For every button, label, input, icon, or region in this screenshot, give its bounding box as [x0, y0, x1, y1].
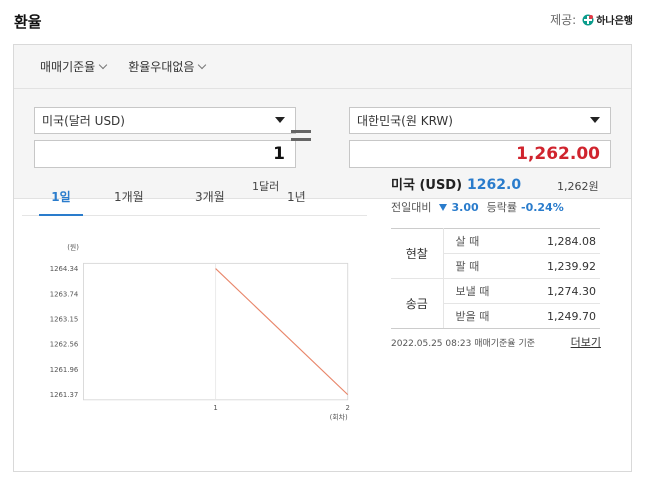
chevron-down-icon — [198, 60, 207, 69]
hana-bank-logo[interactable]: 하나은행 — [582, 12, 633, 27]
rate-basis-label: 매매기준율 — [40, 60, 96, 74]
to-currency-label: 대한민국(원 KRW) — [357, 114, 453, 128]
discount-dropdown[interactable]: 환율우대없음 — [128, 58, 207, 75]
table-row: 송금 보낼 때 1,274.30 — [391, 278, 600, 329]
hana-logo-icon — [582, 14, 594, 25]
discount-label: 환율우대없음 — [128, 60, 195, 74]
down-arrow-icon — [439, 203, 448, 211]
country-label: 미국 (USD) — [391, 178, 463, 193]
to-amount-input[interactable]: 1,262.00 — [349, 140, 611, 168]
chevron-down-icon — [98, 60, 108, 69]
to-currency-select[interactable]: 대한민국(원 KRW) — [349, 107, 611, 134]
x-tick-label: 1 — [213, 404, 217, 412]
wire-receive-label: 받을 때 — [443, 303, 517, 329]
tab-1-day[interactable]: 1일 — [39, 188, 83, 216]
wire-send-label: 보낼 때 — [443, 278, 517, 304]
change-value: 3.00 — [451, 200, 479, 214]
cash-sell-value: 1,239.92 — [516, 253, 600, 279]
provider-name: 하나은행 — [596, 16, 633, 27]
y-tick-label: 1261.37 — [50, 391, 79, 399]
y-tick-label: 1261.96 — [50, 366, 79, 374]
x-tick-label: 2 — [346, 404, 350, 412]
from-currency-label: 미국(달러 USD) — [42, 114, 125, 128]
tab-1-year[interactable]: 1년 — [287, 188, 306, 216]
wire-group-label: 송금 — [391, 278, 444, 329]
wire-receive-value: 1,249.70 — [516, 303, 600, 329]
filter-bar: 매매기준율 환율우대없음 — [14, 45, 631, 89]
ratio-value: -0.24% — [521, 200, 564, 214]
rate-chart: (원) (회차) 1264.34 1263.74 1263.15 1262.56 126… — [50, 243, 350, 422]
provider-label: 제공: — [550, 13, 577, 27]
dropdown-arrow-icon — [275, 117, 285, 123]
rate-table: 현찰 살 때 1,284.08 팔 때 1,239.92 송금 보낼 때 1,2… — [391, 228, 600, 329]
table-row: 현찰 살 때 1,284.08 — [391, 228, 600, 279]
y-tick-label: 1263.74 — [50, 291, 79, 299]
page-title: 환율 — [14, 13, 42, 31]
more-link[interactable]: 더보기 — [571, 334, 601, 350]
timestamp: 2022.05.25 08:23 매매기준율 기준 — [391, 338, 536, 349]
x-axis-label: (회차) — [330, 413, 348, 422]
rate-basis-dropdown[interactable]: 매매기준율 — [40, 58, 108, 75]
y-tick-label: 1262.56 — [50, 341, 79, 349]
change-label: 전일대비 — [391, 201, 432, 214]
provider: 제공: 하나은행 — [550, 11, 633, 28]
tab-1-month[interactable]: 1개월 — [114, 188, 144, 216]
dropdown-arrow-icon — [590, 117, 600, 123]
ratio-label: 등락률 — [486, 201, 517, 214]
equals-icon — [291, 130, 311, 142]
cash-buy-value: 1,284.08 — [516, 228, 600, 254]
y-tick-label: 1263.15 — [50, 316, 79, 324]
y-tick-label: 1264.34 — [50, 265, 79, 273]
from-currency-select[interactable]: 미국(달러 USD) — [34, 107, 296, 134]
current-rate: 1262.0 — [467, 177, 522, 193]
tab-3-months[interactable]: 3개월 — [195, 188, 225, 216]
footer: 2022.05.25 08:23 매매기준율 기준 더보기 — [391, 334, 601, 350]
wire-send-value: 1,274.30 — [516, 278, 600, 304]
cash-group-label: 현찰 — [391, 228, 444, 279]
cash-buy-label: 살 때 — [443, 228, 517, 254]
period-tabs: 1일 1개월 3개월 1년 — [22, 174, 367, 216]
rate-summary: 미국 (USD) 1262.0 전일대비 3.00 등락률 -0.24% — [391, 174, 601, 215]
from-amount-input[interactable]: 1 — [34, 140, 296, 168]
cash-sell-label: 팔 때 — [443, 253, 517, 279]
y-axis-label: (원) — [67, 243, 79, 252]
